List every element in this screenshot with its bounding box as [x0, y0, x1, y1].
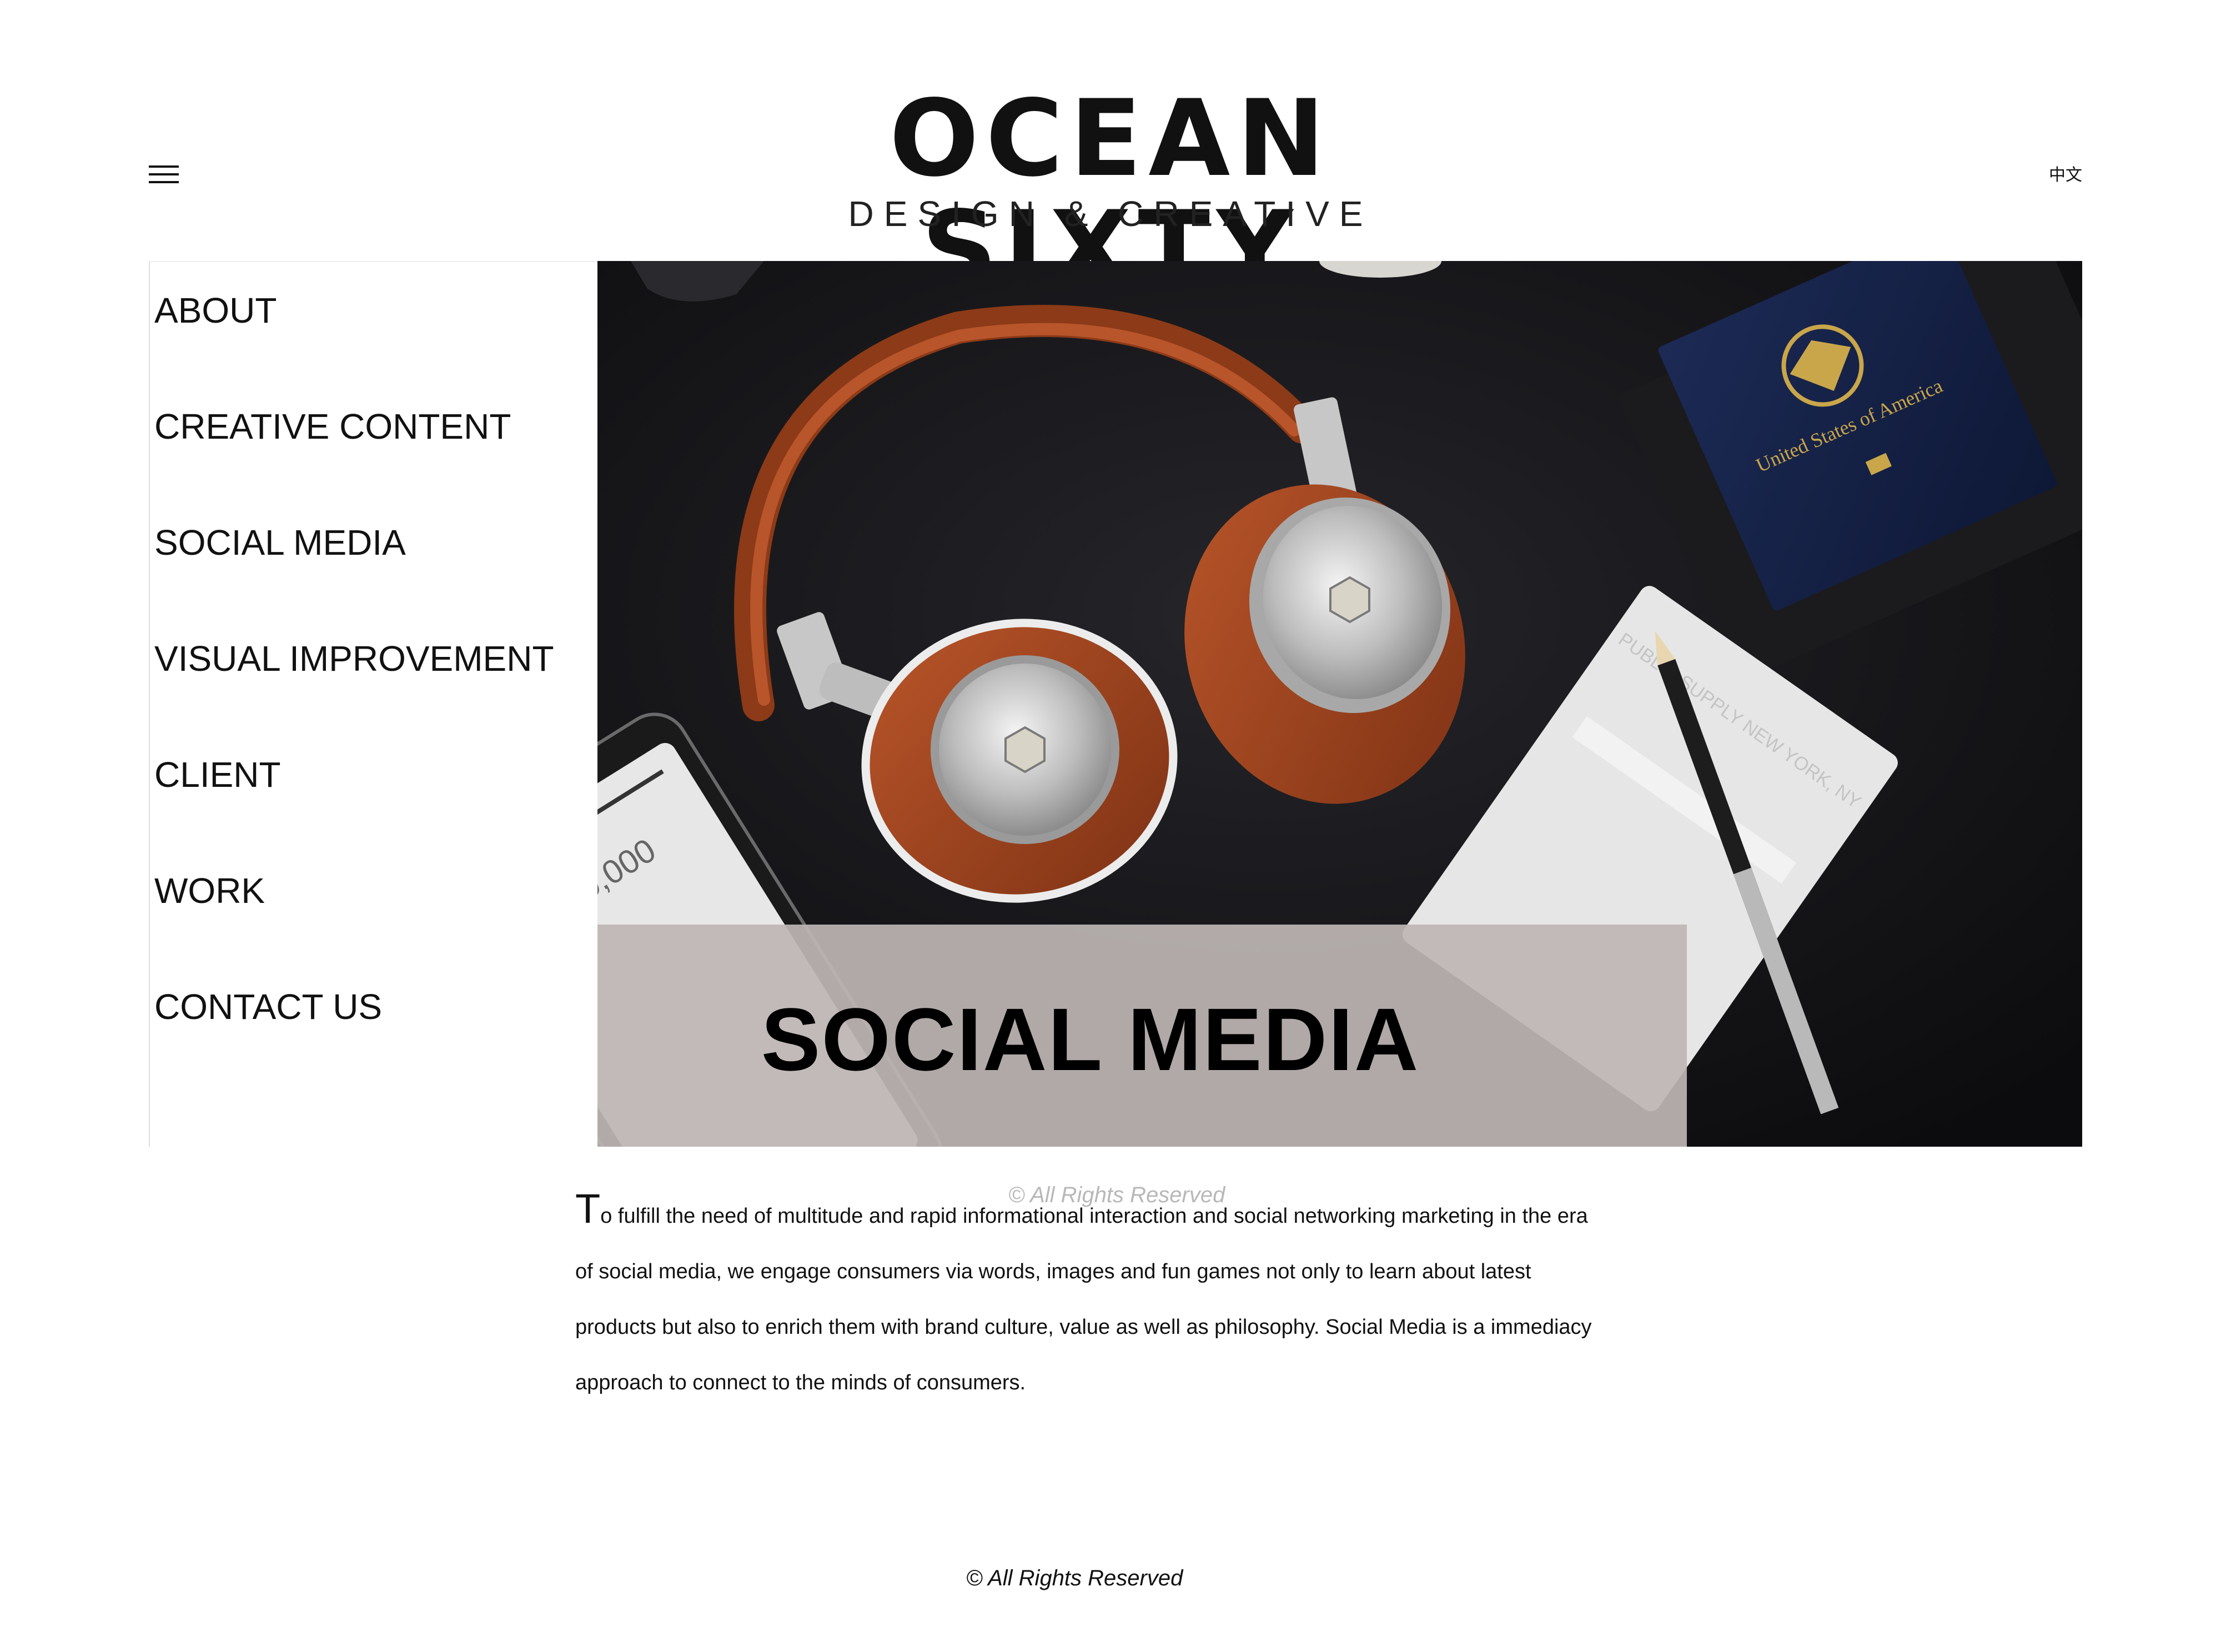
nav-item-client[interactable]: CLIENT: [154, 754, 281, 795]
nav-item-creative-content[interactable]: CREATIVE CONTENT: [154, 406, 511, 447]
hamburger-icon[interactable]: [149, 165, 179, 184]
nav-item-work[interactable]: WORK: [154, 870, 265, 911]
nav-item-social-media[interactable]: SOCIAL MEDIA: [154, 522, 406, 563]
nav-item-visual-improvement[interactable]: VISUAL IMPROVEMENT: [154, 638, 554, 679]
description-paragraph: To fulfill the need of multitude and rap…: [575, 1188, 1608, 1410]
main-frame: ABOUT CREATIVE CONTENT SOCIAL MEDIA VISU…: [149, 261, 2082, 1147]
nav-item-contact-us[interactable]: CONTACT US: [154, 986, 382, 1027]
paragraph-text: o fulfill the need of multitude and rapi…: [575, 1204, 1592, 1394]
nav-item-about[interactable]: ABOUT: [154, 290, 277, 331]
drop-cap: T: [575, 1186, 601, 1232]
language-toggle[interactable]: 中文: [2049, 161, 2082, 185]
hero-title: SOCIAL MEDIA: [761, 990, 1420, 1089]
logo[interactable]: OCEAN SIXTY DESIGN & CREATIVE: [722, 83, 1499, 305]
logo-subtitle: DESIGN & CREATIVE: [848, 194, 1373, 234]
hero-image: United States of America 10,000 PUBLIC S…: [597, 261, 2082, 1147]
description: To fulfill the need of multitude and rap…: [575, 1188, 1608, 1410]
side-nav: ABOUT CREATIVE CONTENT SOCIAL MEDIA VISU…: [149, 261, 599, 1147]
copyright: © All Rights Reserved: [966, 1566, 1183, 1590]
